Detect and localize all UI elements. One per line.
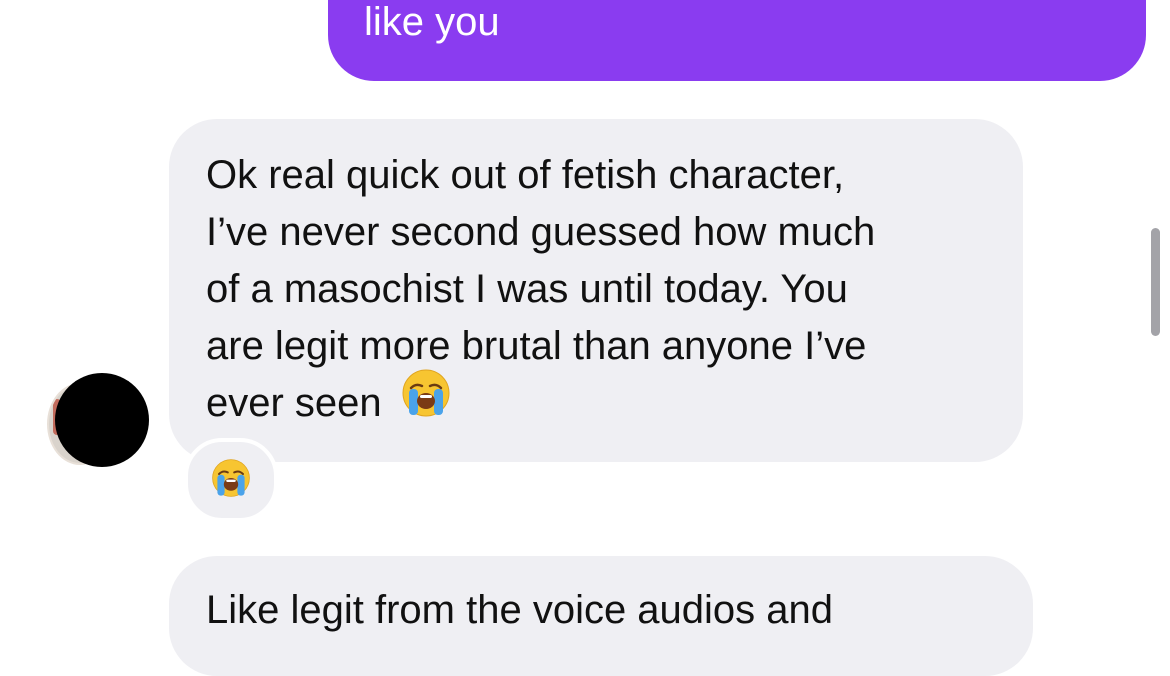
outgoing-message-bubble[interactable]: like you [328, 0, 1146, 81]
message-line: ever seen [206, 381, 382, 425]
outgoing-message-text: like you [364, 0, 500, 44]
incoming-message-bubble[interactable]: Like legit from the voice audios and [169, 556, 1033, 676]
avatar-redacted-icon [55, 373, 149, 467]
message-line: Ok real quick out of fetish character, [206, 153, 845, 197]
scrollbar[interactable] [1151, 228, 1160, 336]
message-line: are legit more brutal than anyone I’ve [206, 324, 867, 368]
message-reaction[interactable] [184, 438, 278, 522]
sender-avatar[interactable] [47, 373, 149, 467]
message-line: of a masochist I was until today. You [206, 267, 848, 311]
incoming-message-bubble[interactable]: Ok real quick out of fetish character, I… [169, 119, 1023, 462]
loudly-crying-face-icon [401, 368, 451, 434]
message-line: Like legit from the voice audios and [206, 588, 834, 632]
loudly-crying-face-icon [211, 458, 251, 503]
message-line: I’ve never second guessed how much [206, 210, 876, 254]
